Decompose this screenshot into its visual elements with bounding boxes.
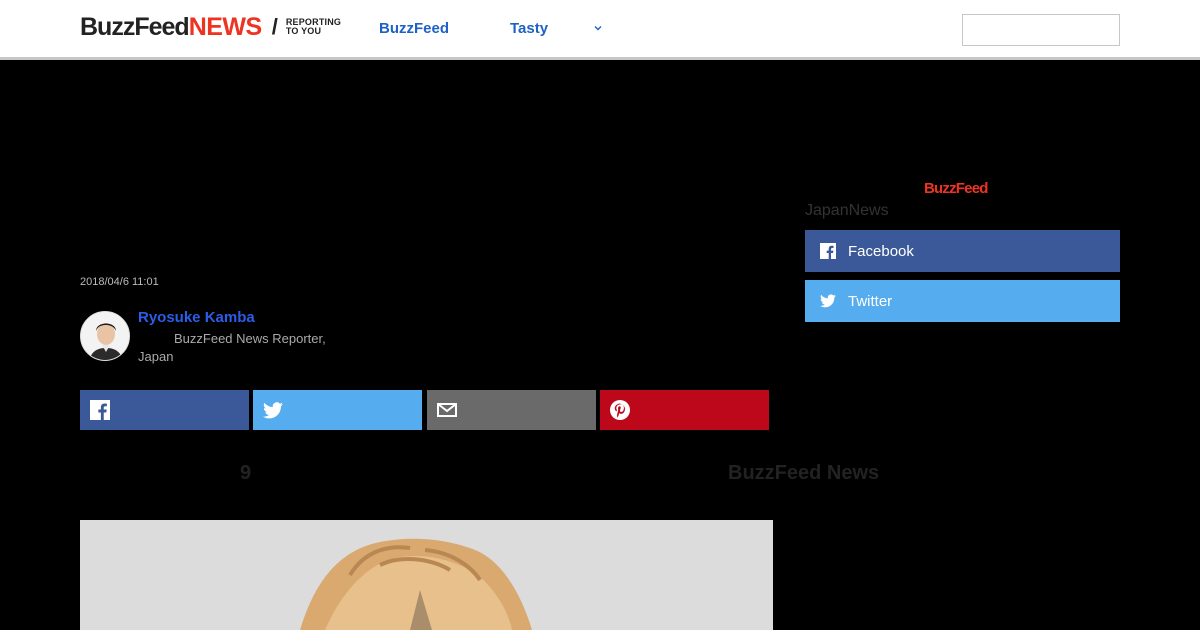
facebook-label: Facebook bbox=[848, 242, 914, 260]
pinterest-icon bbox=[610, 400, 630, 420]
chevron-down-icon[interactable] bbox=[592, 22, 604, 34]
mail-icon bbox=[437, 400, 457, 420]
article-photo bbox=[80, 520, 773, 630]
twitter-label: Twitter bbox=[848, 292, 893, 310]
twitter-icon bbox=[820, 293, 836, 309]
lead-source: BuzzFeed News bbox=[728, 462, 880, 484]
facebook-icon bbox=[820, 243, 836, 259]
facebook-icon bbox=[90, 400, 110, 420]
tagline-line-2: TO YOU bbox=[285, 26, 322, 36]
share-twitter-button[interactable] bbox=[253, 390, 422, 430]
logo-tagline: REPORTING TO YOU bbox=[286, 18, 341, 36]
lead-number: 9 bbox=[240, 462, 252, 484]
logo-primary: BuzzFeed bbox=[80, 12, 190, 41]
author-name[interactable]: Ryosuke Kamba bbox=[138, 309, 255, 326]
logo-divider: / bbox=[271, 14, 278, 39]
twitter-icon bbox=[263, 400, 283, 420]
author-avatar[interactable] bbox=[80, 311, 130, 361]
sidebar-label: JapanNews bbox=[805, 202, 889, 219]
search-input[interactable] bbox=[962, 14, 1120, 46]
logo-secondary: NEWS bbox=[188, 12, 263, 41]
buzzfeed-news-logo[interactable]: BuzzFeed NEWS / REPORTING TO YOU bbox=[80, 12, 341, 42]
author-title: BuzzFeed News Reporter, Japan bbox=[138, 331, 326, 364]
nav-link-tasty[interactable]: Tasty bbox=[510, 20, 548, 37]
share-facebook-button[interactable] bbox=[80, 390, 249, 430]
share-email-button[interactable] bbox=[427, 390, 596, 430]
sidebar-brand: BuzzFeed bbox=[924, 180, 988, 197]
article-timestamp: 2018/04/6 11:01 bbox=[80, 276, 159, 288]
follow-twitter-button[interactable]: Twitter bbox=[805, 280, 1120, 322]
share-pinterest-button[interactable] bbox=[600, 390, 769, 430]
nav-link-buzzfeed[interactable]: BuzzFeed bbox=[379, 20, 449, 37]
follow-facebook-button[interactable]: Facebook bbox=[805, 230, 1120, 272]
site-header: BuzzFeed NEWS / REPORTING TO YOU BuzzFee… bbox=[0, 0, 1200, 60]
